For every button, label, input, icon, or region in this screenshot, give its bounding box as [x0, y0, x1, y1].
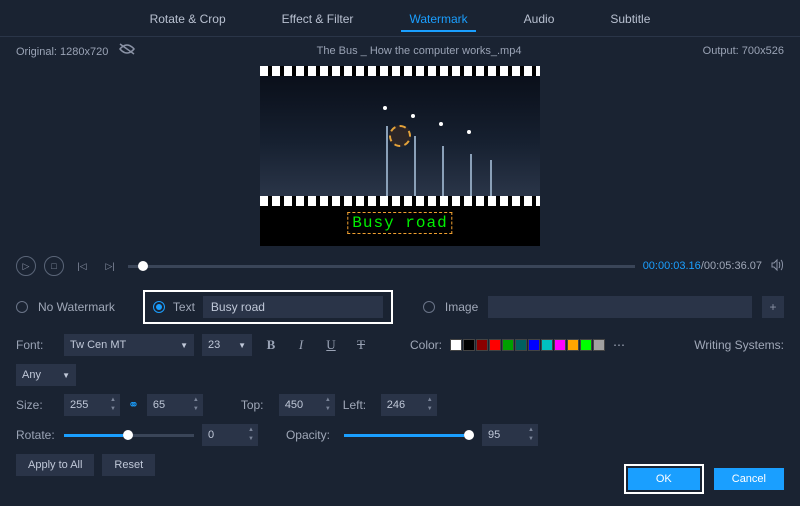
- font-label: Font:: [16, 338, 56, 352]
- film-strip-bottom: [260, 196, 540, 206]
- prev-frame-button[interactable]: |◁: [72, 256, 92, 276]
- link-dimensions-icon[interactable]: ⚭: [128, 397, 139, 413]
- radio-no-watermark[interactable]: [16, 301, 28, 313]
- timeline-thumb[interactable]: [138, 261, 148, 271]
- more-colors-icon[interactable]: ⋯: [613, 338, 625, 352]
- apply-to-all-button[interactable]: Apply to All: [16, 454, 94, 476]
- time-display: 00:00:03.16/00:05:36.07: [643, 260, 762, 272]
- top-label: Top:: [241, 398, 271, 412]
- color-swatch[interactable]: [476, 339, 488, 351]
- cancel-button[interactable]: Cancel: [714, 468, 784, 490]
- tab-audio[interactable]: Audio: [516, 8, 563, 32]
- top-spinner[interactable]: ▲▼: [279, 394, 335, 416]
- image-path-input[interactable]: [488, 296, 752, 318]
- color-swatches[interactable]: [450, 339, 605, 351]
- color-swatch[interactable]: [580, 339, 592, 351]
- tab-effect-filter[interactable]: Effect & Filter: [274, 8, 362, 32]
- writing-systems-select[interactable]: Any▼: [16, 364, 76, 386]
- italic-button[interactable]: I: [290, 334, 312, 356]
- dialog-footer: OK Cancel: [624, 464, 784, 494]
- original-dimensions: Original: 1280x720: [16, 43, 135, 58]
- tab-rotate-crop[interactable]: Rotate & Crop: [142, 8, 234, 32]
- volume-icon[interactable]: [770, 258, 784, 275]
- video-scene: [260, 76, 540, 196]
- color-swatch[interactable]: [515, 339, 527, 351]
- height-spinner[interactable]: ▲▼: [147, 394, 203, 416]
- opacity-spinner[interactable]: ▲▼: [482, 424, 538, 446]
- color-swatch[interactable]: [593, 339, 605, 351]
- writing-systems-label: Writing Systems:: [694, 338, 784, 352]
- output-dimensions: Output: 700x526: [703, 45, 784, 57]
- rotate-label: Rotate:: [16, 428, 56, 442]
- info-bar: Original: 1280x720 The Bus _ How the com…: [0, 37, 800, 64]
- stop-button[interactable]: □: [44, 256, 64, 276]
- color-swatch[interactable]: [528, 339, 540, 351]
- watermark-overlay[interactable]: Busy road: [347, 212, 452, 234]
- add-image-button[interactable]: +: [762, 296, 784, 318]
- ok-button[interactable]: OK: [628, 468, 700, 490]
- rotate-spinner[interactable]: ▲▼: [202, 424, 258, 446]
- color-swatch[interactable]: [489, 339, 501, 351]
- playback-controls: ▷ □ |◁ ▷| 00:00:03.16/00:05:36.07: [0, 250, 800, 282]
- strikethrough-button[interactable]: T: [350, 334, 372, 356]
- image-watermark-label: Image: [445, 300, 478, 314]
- opacity-slider[interactable]: [344, 434, 474, 437]
- preview-toggle-icon[interactable]: [119, 46, 135, 58]
- rotate-slider[interactable]: [64, 434, 194, 437]
- no-watermark-label: No Watermark: [38, 300, 115, 314]
- text-watermark-input[interactable]: [203, 296, 383, 318]
- tab-subtitle[interactable]: Subtitle: [602, 8, 658, 32]
- size-label: Size:: [16, 398, 56, 412]
- bold-button[interactable]: B: [260, 334, 282, 356]
- text-watermark-label: Text: [173, 300, 195, 314]
- tab-watermark[interactable]: Watermark: [401, 8, 475, 32]
- color-swatch[interactable]: [567, 339, 579, 351]
- width-spinner[interactable]: ▲▼: [64, 394, 120, 416]
- film-strip-top: [260, 66, 540, 76]
- rotation-pivot-icon[interactable]: [389, 125, 411, 147]
- color-swatch[interactable]: [450, 339, 462, 351]
- play-button[interactable]: ▷: [16, 256, 36, 276]
- color-label: Color:: [410, 338, 442, 352]
- filename: The Bus _ How the computer works_.mp4: [135, 45, 702, 57]
- color-swatch[interactable]: [502, 339, 514, 351]
- radio-text-watermark[interactable]: [153, 301, 165, 313]
- editor-tabs: Rotate & Crop Effect & Filter Watermark …: [0, 0, 800, 37]
- font-size-select[interactable]: 23▼: [202, 334, 252, 356]
- opacity-label: Opacity:: [286, 428, 336, 442]
- left-spinner[interactable]: ▲▼: [381, 394, 437, 416]
- reset-button[interactable]: Reset: [102, 454, 155, 476]
- radio-image-watermark[interactable]: [423, 301, 435, 313]
- preview-area: Busy road: [0, 64, 800, 250]
- text-watermark-group: Text: [143, 290, 393, 324]
- left-label: Left:: [343, 398, 373, 412]
- underline-button[interactable]: U: [320, 334, 342, 356]
- watermark-panel: No Watermark Text Image + Font: Tw Cen M…: [0, 282, 800, 476]
- next-frame-button[interactable]: ▷|: [100, 256, 120, 276]
- color-swatch[interactable]: [463, 339, 475, 351]
- timeline-scrubber[interactable]: [128, 265, 635, 268]
- font-family-select[interactable]: Tw Cen MT▼: [64, 334, 194, 356]
- video-frame: Busy road: [260, 66, 540, 246]
- color-swatch[interactable]: [554, 339, 566, 351]
- color-swatch[interactable]: [541, 339, 553, 351]
